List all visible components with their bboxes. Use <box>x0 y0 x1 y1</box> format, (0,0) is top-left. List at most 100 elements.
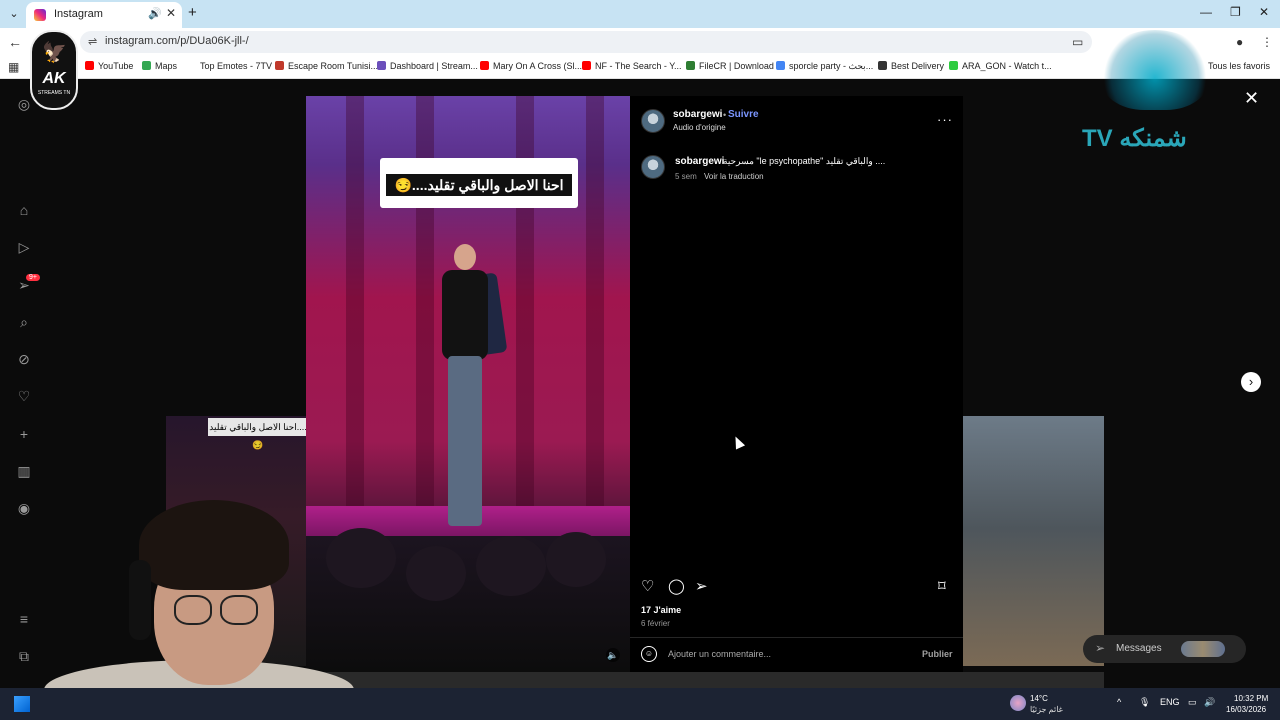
browser-tab-bar: ⌄ Instagram 🔊 ✕ + — ❐ ✕ <box>0 0 1280 28</box>
browser-tab[interactable]: Instagram 🔊 ✕ <box>26 2 182 28</box>
messages-label: Messages <box>1116 643 1162 654</box>
messages-icon: ➢ <box>1095 641 1106 655</box>
bookmark-escape-room[interactable]: Escape Room Tunisi... <box>275 61 378 71</box>
ak-logo-text: AK <box>42 70 66 87</box>
phoenix-wing-icon <box>1100 30 1210 110</box>
explore-icon[interactable]: ⊘ <box>17 352 31 366</box>
delivery-icon <box>878 61 887 70</box>
bookmark-sporcle[interactable]: sporcle party - بحث... <box>776 61 873 72</box>
comment-input[interactable]: Ajouter un commentaire... <box>668 649 771 659</box>
more-menu-icon[interactable]: ≡ <box>17 612 31 626</box>
post-date: 6 février <box>641 619 670 628</box>
notifications-heart-icon[interactable]: ♡ <box>17 389 31 403</box>
dashboard-icon[interactable]: ▥ <box>17 464 31 478</box>
caption-author-username[interactable]: sobargewi <box>675 156 724 167</box>
original-audio-link[interactable]: Audio d'origine <box>673 123 726 132</box>
microphone-icon[interactable]: 🎙 <box>1139 697 1150 708</box>
youtube-icon <box>85 61 94 70</box>
new-tab-button[interactable]: + <box>188 4 197 21</box>
author-username[interactable]: sobargewi <box>673 109 722 120</box>
language-indicator[interactable]: ENG <box>1160 697 1180 707</box>
restore-button[interactable]: ❐ <box>1230 5 1241 19</box>
bookmark-7tv[interactable]: Top Emotes - 7TV <box>187 61 272 71</box>
address-bar[interactable]: ⇌ instagram.com/p/DUa06K-jll-/ <box>80 31 1092 53</box>
window-close-button[interactable]: ✕ <box>1259 5 1269 19</box>
like-heart-icon[interactable]: ♡ <box>641 577 654 595</box>
share-send-icon[interactable]: ➢ <box>695 577 708 595</box>
separator-dot: • <box>723 110 727 120</box>
post-video[interactable]: احنا الاصل والباقي تقليد....😏 🔈 <box>306 96 630 672</box>
back-button[interactable]: ← <box>8 34 22 50</box>
save-bookmark-icon[interactable]: ⌑ <box>938 577 946 595</box>
tab-close-icon[interactable]: ✕ <box>166 6 176 20</box>
menu-kebab-icon[interactable]: ⋮ <box>1261 35 1273 49</box>
7tv-icon <box>187 61 196 70</box>
bookmark-mary-on-a-cross[interactable]: Mary On A Cross (Sl... <box>480 61 582 71</box>
emoji-picker-icon[interactable]: ☺ <box>641 646 657 662</box>
comedian-figure <box>434 244 508 534</box>
weather-icon[interactable] <box>1010 695 1026 711</box>
eagle-icon: 🦅 <box>42 42 67 64</box>
also-from-meta-icon[interactable]: ⧉ <box>17 649 31 663</box>
video-caption-text: احنا الاصل والباقي تقليد....😏 <box>386 174 572 196</box>
create-icon[interactable]: + <box>17 427 31 441</box>
clock-date[interactable]: 16/03/2026 <box>1226 705 1266 714</box>
bookmark-youtube[interactable]: YouTube <box>85 61 133 71</box>
publish-button[interactable]: Publier <box>922 649 953 659</box>
reels-icon[interactable]: ▷ <box>17 240 31 254</box>
likes-count[interactable]: 17 J'aime <box>641 605 681 615</box>
clock-time[interactable]: 10:32 PM <box>1234 694 1268 703</box>
bookmark-maps[interactable]: Maps <box>142 61 177 71</box>
url-text: instagram.com/p/DUa06K-jll-/ <box>105 35 249 47</box>
shmenka-tv-logo: شمنكه TV <box>1078 30 1234 160</box>
volume-icon[interactable]: 🔊 <box>1204 697 1215 708</box>
threads-icon[interactable]: ◉ <box>17 501 31 515</box>
bookmark-nf[interactable]: NF - The Search - Y... <box>582 61 682 71</box>
weather-temperature[interactable]: 14°C <box>1030 694 1048 703</box>
youtube-icon <box>582 61 591 70</box>
close-modal-icon[interactable]: ✕ <box>1244 88 1259 109</box>
post-caption: مسرحية "le psychopathe" والباقي تقليد ..… <box>723 156 886 166</box>
instagram-logo-icon[interactable]: ◎ <box>17 97 31 111</box>
minimize-button[interactable]: — <box>1200 5 1212 19</box>
profile-icon[interactable]: ● <box>1236 35 1243 49</box>
filecr-icon <box>686 61 695 70</box>
tray-chevron-icon[interactable]: ^ <box>1117 697 1121 707</box>
post-time-ago: 5 sem <box>675 172 697 181</box>
weather-description[interactable]: غائم جزئيًا <box>1030 705 1063 714</box>
bookmark-best-delivery[interactable]: Best Delivery <box>878 61 944 71</box>
more-options-icon[interactable]: ··· <box>937 112 953 127</box>
audio-toggle-icon[interactable]: 🔈 <box>606 648 620 662</box>
windows-start-icon[interactable] <box>14 696 30 712</box>
next-post-chevron-icon[interactable]: › <box>1241 372 1261 392</box>
follow-button[interactable]: Suivre <box>728 109 759 120</box>
windows-taskbar: 14°C غائم جزئيًا ^ 🎙 ENG ▭ 🔊 10:32 PM 16… <box>0 688 1280 720</box>
site-info-icon[interactable]: ⇌ <box>88 35 97 48</box>
search-icon[interactable]: ⌕ <box>17 315 31 329</box>
bookmark-filecr[interactable]: FileCR | Download <box>686 61 774 71</box>
home-icon[interactable]: ⌂ <box>17 203 31 217</box>
audience <box>306 528 630 672</box>
bookmark-dashboard[interactable]: Dashboard | Stream... <box>377 61 478 71</box>
escape-room-icon <box>275 61 284 70</box>
next-reel-thumbnail[interactable] <box>963 416 1104 666</box>
tab-search-chevron-icon[interactable]: ⌄ <box>6 6 22 22</box>
network-icon[interactable]: ▭ <box>1188 697 1197 708</box>
comment-icon[interactable]: ◯ <box>668 577 685 595</box>
tab-title: Instagram <box>54 8 103 20</box>
video-caption-overlay: احنا الاصل والباقي تقليد....😏 <box>380 158 578 208</box>
tab-audio-icon[interactable]: 🔊 <box>148 7 162 20</box>
google-icon <box>776 61 785 70</box>
ak-streams-logo: 🦅 AK STREAMS TN <box>30 30 78 110</box>
author-avatar[interactable] <box>641 109 665 133</box>
tv-logo-text: شمنكه TV <box>1082 125 1187 152</box>
messages-button[interactable]: ➢ Messages <box>1083 635 1246 663</box>
webcam-streamer <box>44 500 354 720</box>
apps-grid-icon[interactable]: ▦ <box>8 60 19 74</box>
caption-author-avatar[interactable] <box>641 155 665 179</box>
bookmark-ara-gon[interactable]: ARA_GON - Watch t... <box>949 61 1052 71</box>
streamlabs-icon <box>377 61 386 70</box>
maps-icon <box>142 61 151 70</box>
see-translation-link[interactable]: Voir la traduction <box>704 172 764 181</box>
messages-avatars <box>1181 641 1225 657</box>
